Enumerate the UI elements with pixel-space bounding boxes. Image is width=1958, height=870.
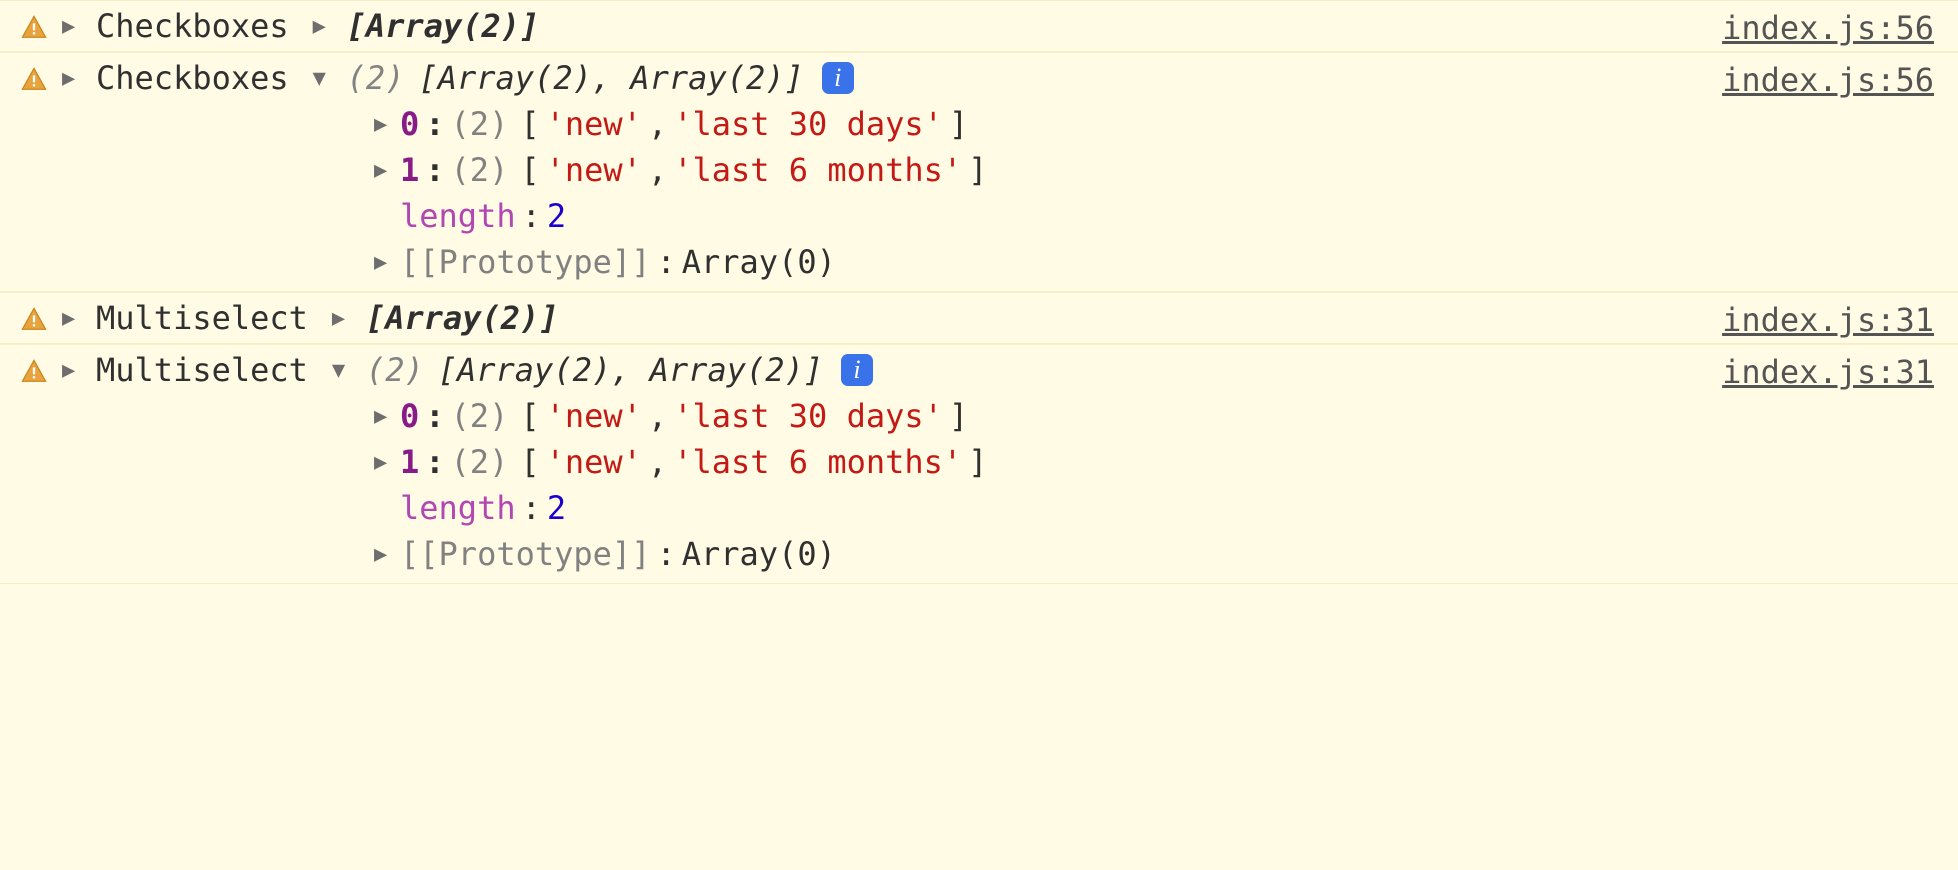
- item-length: (2): [451, 397, 509, 435]
- prototype-property[interactable]: [[Prototype]]: Array(0): [374, 239, 1938, 285]
- array-summary-collapsed[interactable]: [Array(2)]: [366, 299, 559, 337]
- separator: ,: [648, 443, 667, 481]
- console-row: index.js:31 Multiselect [Array(2)]: [0, 292, 1958, 344]
- warning-icon: [20, 356, 48, 384]
- log-label: Multiselect: [96, 299, 308, 337]
- item-length: (2): [451, 443, 509, 481]
- console-row-header: Checkboxes (2) [Array(2), Array(2)] i: [20, 59, 1938, 97]
- separator: ,: [648, 151, 667, 189]
- string-value: 'last 30 days': [673, 105, 943, 143]
- info-icon[interactable]: i: [841, 354, 873, 386]
- item-index: 0: [400, 397, 419, 435]
- item-index: 0: [400, 105, 419, 143]
- expand-prototype-toggle[interactable]: [374, 542, 394, 567]
- expand-prototype-toggle[interactable]: [374, 250, 394, 275]
- log-label: Multiselect: [96, 351, 308, 389]
- console-row: index.js:56 Checkboxes (2) [Array(2), Arra…: [0, 52, 1958, 292]
- expand-item-toggle[interactable]: [374, 404, 394, 429]
- bracket-open: [: [520, 397, 539, 435]
- colon: :: [425, 105, 444, 143]
- expand-label-toggle[interactable]: [62, 66, 82, 91]
- warning-icon: [20, 64, 48, 92]
- bracket-open: [: [520, 443, 539, 481]
- expand-value-toggle[interactable]: [313, 14, 333, 39]
- log-label: Checkboxes: [96, 59, 289, 97]
- expand-item-toggle[interactable]: [374, 450, 394, 475]
- console-row: index.js:56 Checkboxes [Array(2)]: [0, 0, 1958, 52]
- item-length: (2): [451, 151, 509, 189]
- string-value: 'last 6 months': [673, 443, 962, 481]
- expand-item-toggle[interactable]: [374, 112, 394, 137]
- array-summary-expanded[interactable]: [Array(2), Array(2)]: [418, 59, 803, 97]
- property-value: 2: [547, 197, 566, 235]
- array-item[interactable]: 1: (2) ['new', 'last 6 months']: [374, 147, 1938, 193]
- bracket-open: [: [520, 105, 539, 143]
- array-summary-collapsed[interactable]: [Array(2)]: [347, 7, 540, 45]
- object-children: 0: (2) ['new', 'last 30 days']1: (2) ['n…: [374, 393, 1938, 577]
- bracket-open: [: [520, 151, 539, 189]
- bracket-close: ]: [968, 443, 987, 481]
- source-link[interactable]: index.js:56: [1722, 9, 1934, 47]
- array-summary-expanded[interactable]: [Array(2), Array(2)]: [438, 351, 823, 389]
- bracket-close: ]: [949, 397, 968, 435]
- property-value: 2: [547, 489, 566, 527]
- length-property: length: 2: [374, 485, 1938, 531]
- info-icon[interactable]: i: [822, 62, 854, 94]
- warning-icon: [20, 304, 48, 332]
- expand-label-toggle[interactable]: [62, 14, 82, 39]
- colon: :: [425, 397, 444, 435]
- prototype-property[interactable]: [[Prototype]]: Array(0): [374, 531, 1938, 577]
- source-link[interactable]: index.js:31: [1722, 353, 1934, 391]
- log-label: Checkboxes: [96, 7, 289, 45]
- property-name: length: [400, 489, 516, 527]
- separator: ,: [648, 105, 667, 143]
- property-name: [[Prototype]]: [400, 535, 650, 573]
- string-value: 'last 6 months': [673, 151, 962, 189]
- source-link[interactable]: index.js:31: [1722, 301, 1934, 339]
- expand-label-toggle[interactable]: [62, 306, 82, 331]
- string-value: 'new': [546, 151, 642, 189]
- property-value: Array(0): [682, 535, 836, 573]
- console-row-header: Multiselect [Array(2)]: [20, 299, 1938, 337]
- item-length: (2): [451, 105, 509, 143]
- array-length-prefix: (2): [366, 351, 424, 389]
- colon: :: [425, 151, 444, 189]
- expand-value-toggle[interactable]: [332, 358, 352, 383]
- bracket-close: ]: [949, 105, 968, 143]
- expand-item-toggle[interactable]: [374, 158, 394, 183]
- string-value: 'new': [546, 105, 642, 143]
- source-link[interactable]: index.js:56: [1722, 61, 1934, 99]
- array-item[interactable]: 1: (2) ['new', 'last 6 months']: [374, 439, 1938, 485]
- console-row-header: Checkboxes [Array(2)]: [20, 7, 1938, 45]
- console-row: index.js:31 Multiselect (2) [Array(2), Arr…: [0, 344, 1958, 584]
- property-value: Array(0): [682, 243, 836, 281]
- array-length-prefix: (2): [347, 59, 405, 97]
- string-value: 'new': [546, 443, 642, 481]
- expand-value-toggle[interactable]: [332, 306, 352, 331]
- expand-label-toggle[interactable]: [62, 358, 82, 383]
- item-index: 1: [400, 151, 419, 189]
- string-value: 'last 30 days': [673, 397, 943, 435]
- separator: ,: [648, 397, 667, 435]
- length-property: length: 2: [374, 193, 1938, 239]
- item-index: 1: [400, 443, 419, 481]
- property-name: length: [400, 197, 516, 235]
- warning-icon: [20, 12, 48, 40]
- string-value: 'new': [546, 397, 642, 435]
- object-children: 0: (2) ['new', 'last 30 days']1: (2) ['n…: [374, 101, 1938, 285]
- colon: :: [425, 443, 444, 481]
- expand-value-toggle[interactable]: [313, 66, 333, 91]
- property-name: [[Prototype]]: [400, 243, 650, 281]
- array-item[interactable]: 0: (2) ['new', 'last 30 days']: [374, 393, 1938, 439]
- bracket-close: ]: [968, 151, 987, 189]
- console-row-header: Multiselect (2) [Array(2), Array(2)] i: [20, 351, 1938, 389]
- array-item[interactable]: 0: (2) ['new', 'last 30 days']: [374, 101, 1938, 147]
